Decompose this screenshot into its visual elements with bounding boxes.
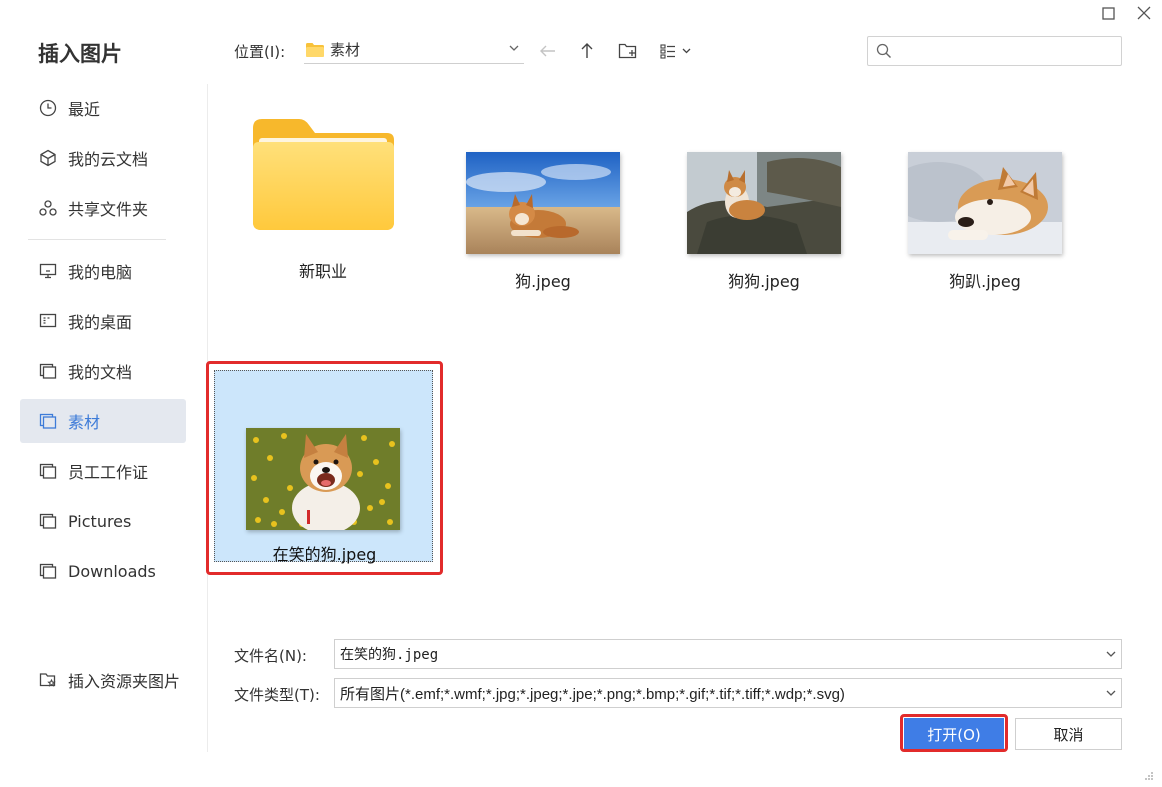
clock-icon — [38, 98, 58, 118]
search-icon — [876, 43, 891, 58]
open-button-label: 打开(O) — [927, 725, 981, 744]
image-thumbnail — [466, 152, 620, 254]
cancel-button[interactable]: 取消 — [1015, 718, 1122, 750]
sidebar-item-label: 插入资源夹图片 — [68, 672, 181, 691]
sidebar-item-label: 最近 — [68, 100, 101, 119]
share-icon — [38, 198, 58, 218]
folder-icon — [38, 511, 58, 531]
selected-file-item[interactable]: 在笑的狗.jpeg — [214, 370, 433, 564]
sidebar-item-label: 我的文档 — [68, 363, 133, 382]
sidebar-item-cloud-docs[interactable]: 我的云文档 — [20, 136, 186, 180]
monitor-icon — [38, 261, 58, 281]
folder-icon — [38, 561, 58, 581]
file-item-folder[interactable]: 新职业 — [213, 116, 433, 282]
location-label: 位置(I): — [234, 43, 286, 61]
filename-field[interactable]: 在笑的狗.jpeg — [334, 639, 1122, 669]
chevron-down-icon — [1106, 690, 1116, 696]
image-thumbnail — [246, 428, 400, 530]
file-name: 狗.jpeg — [515, 272, 571, 291]
close-icon — [1137, 6, 1151, 20]
sidebar-item-shared-folder[interactable]: 共享文件夹 — [20, 186, 186, 230]
file-name: 狗狗.jpeg — [728, 272, 800, 291]
maximize-button[interactable] — [1090, 0, 1126, 26]
sidebar-item-label: 员工工作证 — [68, 463, 149, 482]
sidebar-item-label: 共享文件夹 — [68, 200, 149, 219]
chevron-down-icon — [509, 45, 519, 51]
sidebar-item-label: 我的桌面 — [68, 313, 133, 332]
sidebar-item-recent[interactable]: 最近 — [20, 86, 186, 130]
filename-value: 在笑的狗.jpeg — [340, 647, 439, 663]
new-folder-button[interactable] — [616, 39, 640, 63]
open-button[interactable]: 打开(O) — [904, 718, 1004, 750]
search-input[interactable] — [898, 38, 1121, 64]
chevron-down-icon — [1106, 651, 1116, 657]
folder-icon — [253, 119, 394, 230]
cube-icon — [38, 148, 58, 168]
filename-label: 文件名(N): — [234, 647, 307, 665]
folder-icon — [38, 411, 58, 431]
location-value: 素材 — [330, 41, 361, 59]
file-item-image[interactable]: 狗.jpeg — [433, 152, 653, 292]
file-item-image[interactable]: 狗趴.jpeg — [875, 152, 1095, 292]
location-dropdown[interactable]: 素材 — [304, 36, 524, 64]
back-button[interactable] — [536, 39, 560, 63]
filename-row: 文件名(N): 在笑的狗.jpeg — [234, 639, 1122, 669]
sidebar-divider — [28, 239, 166, 240]
file-item-image[interactable]: 狗狗.jpeg — [654, 152, 874, 292]
sidebar: 最近 我的云文档 共享文件夹 我的电脑 我的桌面 我的文档 素材 员工工作证 P… — [0, 84, 208, 752]
folder-icon — [38, 361, 58, 381]
maximize-icon — [1101, 6, 1115, 20]
file-name: 狗趴.jpeg — [949, 272, 1021, 291]
file-name: 新职业 — [298, 262, 347, 281]
sidebar-item-employee-badge[interactable]: 员工工作证 — [20, 449, 186, 493]
sidebar-item-label: 我的云文档 — [68, 150, 149, 169]
sidebar-item-my-desktop[interactable]: 我的桌面 — [20, 299, 186, 343]
sidebar-item-my-computer[interactable]: 我的电脑 — [20, 249, 186, 293]
dialog-title: 插入图片 — [38, 42, 122, 66]
sidebar-item-insert-resource-folder[interactable]: 插入资源夹图片 — [20, 658, 186, 702]
sidebar-item-downloads[interactable]: Downloads — [20, 549, 186, 593]
file-name: 在笑的狗.jpeg — [272, 545, 377, 564]
sidebar-item-pictures[interactable]: Pictures — [20, 499, 186, 543]
cancel-button-label: 取消 — [1053, 725, 1084, 744]
sidebar-item-sucai[interactable]: 素材 — [20, 399, 186, 443]
image-thumbnail — [687, 152, 841, 254]
resize-grip-icon[interactable] — [1144, 771, 1154, 781]
image-thumbnail — [908, 152, 1062, 254]
list-view-icon — [660, 44, 691, 59]
view-mode-button[interactable] — [658, 39, 698, 63]
up-button[interactable] — [575, 39, 599, 63]
sidebar-item-label: 我的电脑 — [68, 263, 133, 282]
arrow-up-icon — [581, 43, 593, 58]
new-folder-icon — [618, 43, 637, 59]
sidebar-item-label: 素材 — [68, 413, 101, 432]
close-button[interactable] — [1126, 0, 1162, 26]
window-controls — [1090, 0, 1162, 26]
arrow-left-icon — [540, 45, 555, 57]
desktop-icon — [38, 311, 58, 331]
folder-icon — [306, 42, 324, 57]
toolbar: 位置(I): 素材 — [234, 36, 1122, 66]
filetype-row: 文件类型(T): 所有图片(*.emf;*.wmf;*.jpg;*.jpeg;*… — [234, 678, 1122, 708]
filetype-value: 所有图片(*.emf;*.wmf;*.jpg;*.jpeg;*.jpe;*.pn… — [340, 685, 845, 703]
sidebar-item-label: Downloads — [68, 561, 156, 581]
folder-icon — [38, 461, 58, 481]
search-box[interactable] — [867, 36, 1122, 66]
filetype-label: 文件类型(T): — [234, 686, 320, 704]
sidebar-item-label: Pictures — [68, 511, 132, 531]
star-folder-icon — [38, 670, 58, 690]
sidebar-item-my-documents[interactable]: 我的文档 — [20, 349, 186, 393]
filetype-dropdown[interactable]: 所有图片(*.emf;*.wmf;*.jpg;*.jpeg;*.jpe;*.pn… — [334, 678, 1122, 708]
